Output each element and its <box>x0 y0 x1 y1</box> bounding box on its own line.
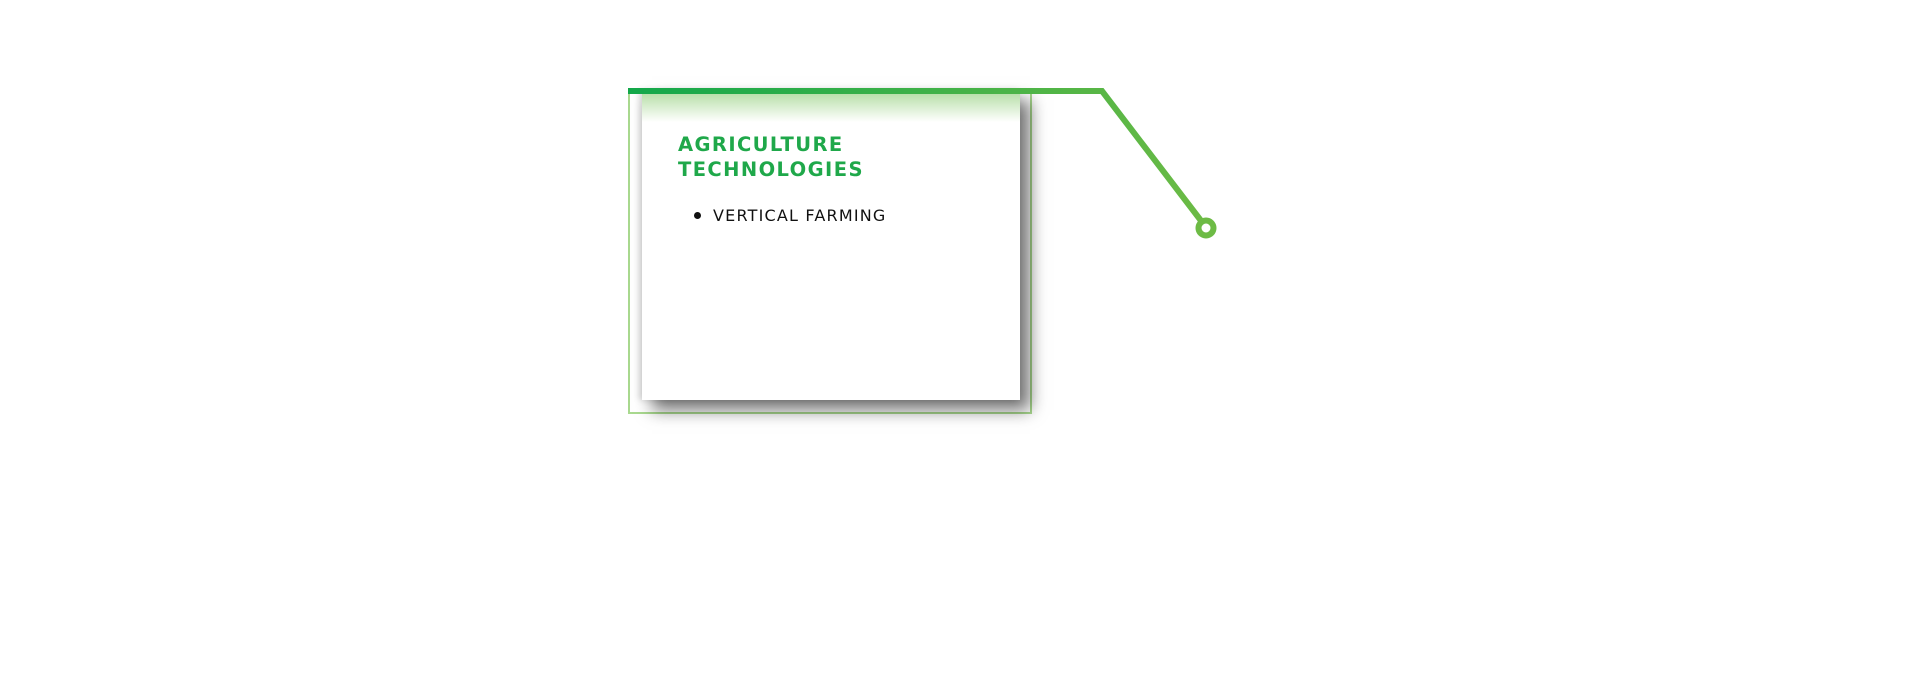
list-item: VERTICAL FARMING <box>694 206 887 225</box>
card-title: AGRICULTURE TECHNOLOGIES <box>678 133 864 181</box>
ring-node-icon <box>1195 217 1217 239</box>
bullet-icon <box>694 212 701 219</box>
bullet-list: VERTICAL FARMING <box>694 206 887 225</box>
diagram-canvas: AGRICULTURE TECHNOLOGIES VERTICAL FARMIN… <box>0 0 1920 688</box>
card-top-glow <box>642 90 1020 122</box>
list-item-label: VERTICAL FARMING <box>713 206 887 225</box>
topic-card: AGRICULTURE TECHNOLOGIES VERTICAL FARMIN… <box>642 90 1020 400</box>
